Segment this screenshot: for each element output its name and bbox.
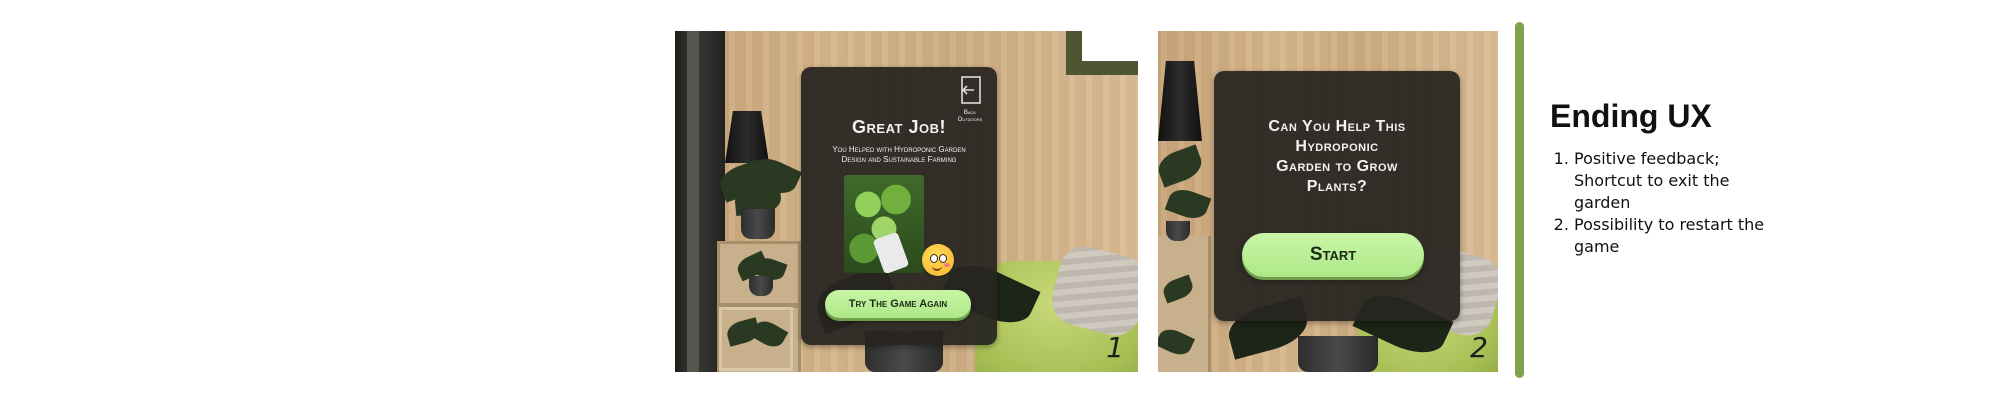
accent-divider (1515, 22, 1524, 378)
emoji-mouth (932, 264, 942, 271)
question-line3: Garden to Grow (1276, 158, 1398, 175)
question-line1: Can You Help This (1268, 118, 1406, 135)
start-panel: Can You Help This Hydroponic Garden to G… (1214, 71, 1460, 321)
great-job-panel: Back Outdoors Great Job! You Helped with… (801, 67, 997, 345)
window-pane (687, 31, 699, 372)
step-number-1: 1 (1106, 331, 1124, 364)
screen-1-scene: Back Outdoors Great Job! You Helped with… (675, 31, 1138, 372)
emoji-cheek (944, 263, 950, 267)
plant-photo (844, 175, 924, 273)
notes-item: Possibility to restart the game (1574, 214, 1774, 258)
door-exit-arrow-icon (961, 76, 981, 104)
subtitle-line2: Design and Sustainable Farming (841, 155, 957, 164)
plant-pot (749, 276, 773, 296)
step-number-2: 2 (1470, 331, 1488, 364)
great-job-title: Great Job! (852, 117, 946, 137)
screen-2-scene: Can You Help This Hydroponic Garden to G… (1158, 31, 1498, 372)
start-button[interactable]: Start (1242, 233, 1424, 277)
thumbnail-frame (719, 307, 793, 371)
notes-item: Positive feedback; Shortcut to exit the … (1574, 148, 1774, 214)
back-label-line1: Back (963, 110, 977, 116)
ceiling-corner-inner (1082, 31, 1138, 61)
question-line2: Hydroponic (1295, 138, 1379, 155)
emoji-eye (930, 254, 938, 263)
plant-pot (1298, 336, 1378, 372)
question-line4: Plants? (1306, 178, 1368, 195)
try-again-button[interactable]: Try The Game Again (825, 290, 971, 318)
notes-title: Ending UX (1550, 98, 1712, 134)
plant-pot (1166, 221, 1190, 241)
smiling-face-emoji (922, 244, 954, 276)
notes-list: Positive feedback; Shortcut to exit the … (1550, 148, 1774, 258)
subtitle-line1: You Helped with Hydroponic Garden (832, 145, 966, 154)
photo-stem (872, 231, 910, 273)
plant-pot (741, 209, 775, 239)
emoji-eye (939, 254, 947, 263)
